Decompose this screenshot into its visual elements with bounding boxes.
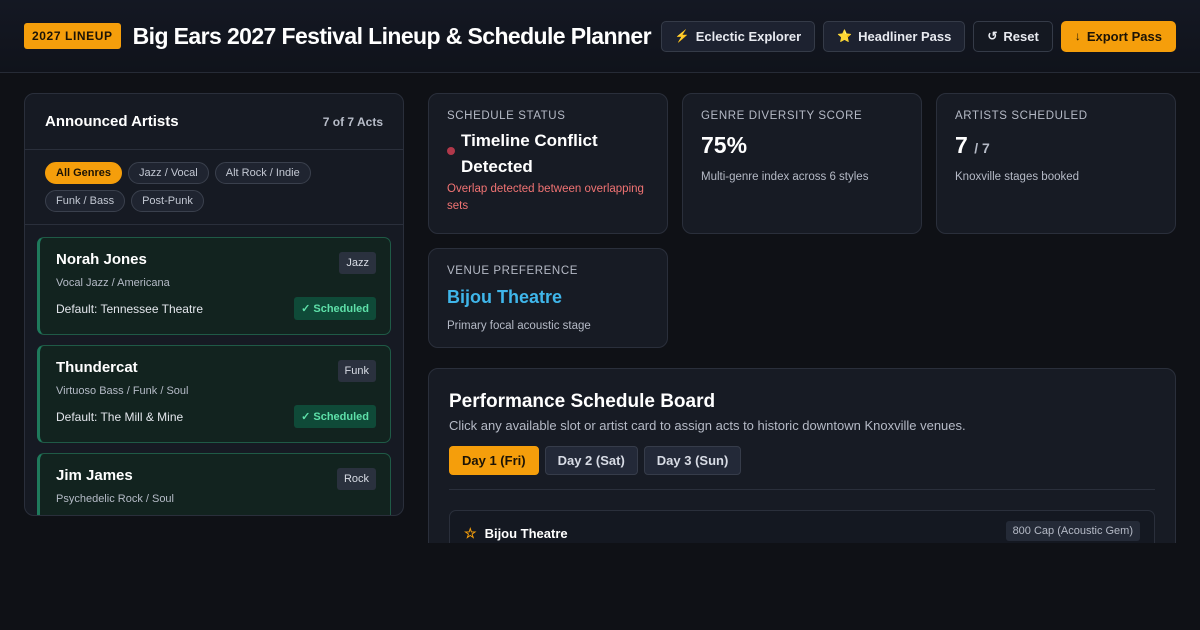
venue-preference-note: Primary focal acoustic stage <box>447 320 591 332</box>
scheduled-badge: ✓ Scheduled <box>294 297 376 320</box>
reset-icon: ↺ <box>987 29 998 43</box>
filter-alt-rock-indie[interactable]: Alt Rock / Indie <box>214 162 311 184</box>
artist-card[interactable]: Jim James Rock Psychedelic Rock / Soul <box>37 453 391 515</box>
lineup-badge: 2027 LINEUP <box>24 23 121 49</box>
download-icon: ↓ <box>1074 29 1081 43</box>
artist-footer: Default: The Mill & Mine ✓ Scheduled <box>56 405 376 428</box>
header-actions: ⚡ Eclectic Explorer ⭐ Headliner Pass ↺ R… <box>660 20 1176 52</box>
venue-name-group: ☆ Bijou Theatre <box>464 525 568 542</box>
schedule-status-card: Schedule Status Timeline Conflict Detect… <box>428 93 668 234</box>
export-pass-label: Export Pass <box>1086 28 1162 44</box>
genre-tag: Funk <box>337 360 376 382</box>
artist-name: Norah Jones <box>56 251 147 268</box>
eclectic-explorer-button[interactable]: ⚡ Eclectic Explorer <box>660 20 816 52</box>
tab-day-2[interactable]: Day 2 (Sat) <box>544 446 638 475</box>
artists-panel-title: Announced Artists <box>45 113 179 130</box>
filter-all-genres[interactable]: All Genres <box>45 162 123 184</box>
artist-style: Virtuoso Bass / Funk / Soul <box>56 385 189 397</box>
reset-label: Reset <box>1003 28 1039 44</box>
scheduled-badge: ✓ Scheduled <box>294 405 376 428</box>
lightning-icon: ⚡ <box>674 29 690 43</box>
export-pass-button[interactable]: ↓ Export Pass <box>1060 20 1176 52</box>
artist-style: Vocal Jazz / Americana <box>56 277 170 289</box>
genre-diversity-note: Multi-genre index across 6 styles <box>701 171 869 183</box>
artists-scheduled-total: / 7 <box>974 140 990 156</box>
venue-preference-label: Venue Preference <box>447 265 579 277</box>
artist-name: Thundercat <box>56 359 138 376</box>
artists-panel-header: Announced Artists 7 of 7 Acts <box>25 94 403 150</box>
tab-day-3[interactable]: Day 3 (Sun) <box>643 446 742 475</box>
schedule-status-label: Schedule Status <box>447 110 566 122</box>
schedule-status-row: Timeline Conflict Detected <box>447 128 649 179</box>
conflict-indicator-icon <box>447 147 455 155</box>
headliner-pass-label: Headliner Pass <box>858 28 952 44</box>
artists-scheduled-value: 7 / 7 <box>955 132 1157 159</box>
genre-filters: All Genres Jazz / Vocal Alt Rock / Indie… <box>25 150 403 225</box>
artists-scheduled-note: Knoxville stages booked <box>955 171 1080 183</box>
headliner-pass-button[interactable]: ⭐ Headliner Pass <box>823 20 966 52</box>
venue-capacity: 800 Cap (Acoustic Gem) <box>1005 521 1140 541</box>
genre-tag: Jazz <box>339 252 376 274</box>
artist-list: Norah Jones Jazz Vocal Jazz / Americana … <box>25 225 403 515</box>
venue-name: Bijou Theatre <box>484 526 568 541</box>
star-outline-icon: ☆ <box>464 525 477 541</box>
genre-tag: Rock <box>336 468 376 490</box>
schedule-board-title: Performance Schedule Board <box>449 391 716 412</box>
artist-card[interactable]: Norah Jones Jazz Vocal Jazz / Americana … <box>37 237 391 335</box>
artists-scheduled-card: Artists Scheduled 7 / 7 Knoxville stages… <box>936 93 1176 234</box>
schedule-board-subtitle: Click any available slot or artist card … <box>449 418 966 433</box>
artist-footer: Default: Tennessee Theatre ✓ Scheduled <box>56 297 376 320</box>
artist-style: Psychedelic Rock / Soul <box>56 493 174 505</box>
star-icon: ⭐ <box>837 29 853 43</box>
venue-preference-card: Venue Preference Bijou Theatre Primary f… <box>428 248 668 348</box>
genre-diversity-value: 75% <box>701 132 748 158</box>
tab-day-1[interactable]: Day 1 (Fri) <box>449 446 539 475</box>
schedule-board: Performance Schedule Board Click any ava… <box>428 368 1176 570</box>
artists-count: 7 of 7 Acts <box>322 114 383 129</box>
filter-funk-bass[interactable]: Funk / Bass <box>45 190 126 212</box>
genre-diversity-label: Genre Diversity Score <box>701 110 863 122</box>
artist-card[interactable]: Thundercat Funk Virtuoso Bass / Funk / S… <box>37 345 391 443</box>
page-footer-area <box>0 543 1200 630</box>
artist-name: Jim James <box>56 467 133 484</box>
schedule-status-value: Timeline Conflict Detected <box>461 131 598 176</box>
reset-button[interactable]: ↺ Reset <box>973 20 1053 52</box>
day-tabs: Day 1 (Fri) Day 2 (Sat) Day 3 (Sun) <box>449 446 1155 490</box>
artists-scheduled-count: 7 <box>955 132 968 158</box>
app-header: 2027 LINEUP Big Ears 2027 Festival Lineu… <box>0 0 1200 73</box>
genre-diversity-card: Genre Diversity Score 75% Multi-genre in… <box>682 93 922 234</box>
venue-preference-value: Bijou Theatre <box>447 287 563 307</box>
filter-post-punk[interactable]: Post-Punk <box>131 190 204 212</box>
schedule-status-note: Overlap detected between overlapping set… <box>447 183 644 213</box>
artist-default-venue: Default: The Mill & Mine <box>56 409 184 424</box>
filter-jazz-vocal[interactable]: Jazz / Vocal <box>128 162 209 184</box>
artists-panel: Announced Artists 7 of 7 Acts All Genres… <box>24 93 404 516</box>
eclectic-explorer-label: Eclectic Explorer <box>695 28 802 44</box>
artist-default-venue: Default: Tennessee Theatre <box>56 301 203 316</box>
artists-scheduled-label: Artists Scheduled <box>955 110 1088 122</box>
page-title: Big Ears 2027 Festival Lineup & Schedule… <box>132 22 652 49</box>
